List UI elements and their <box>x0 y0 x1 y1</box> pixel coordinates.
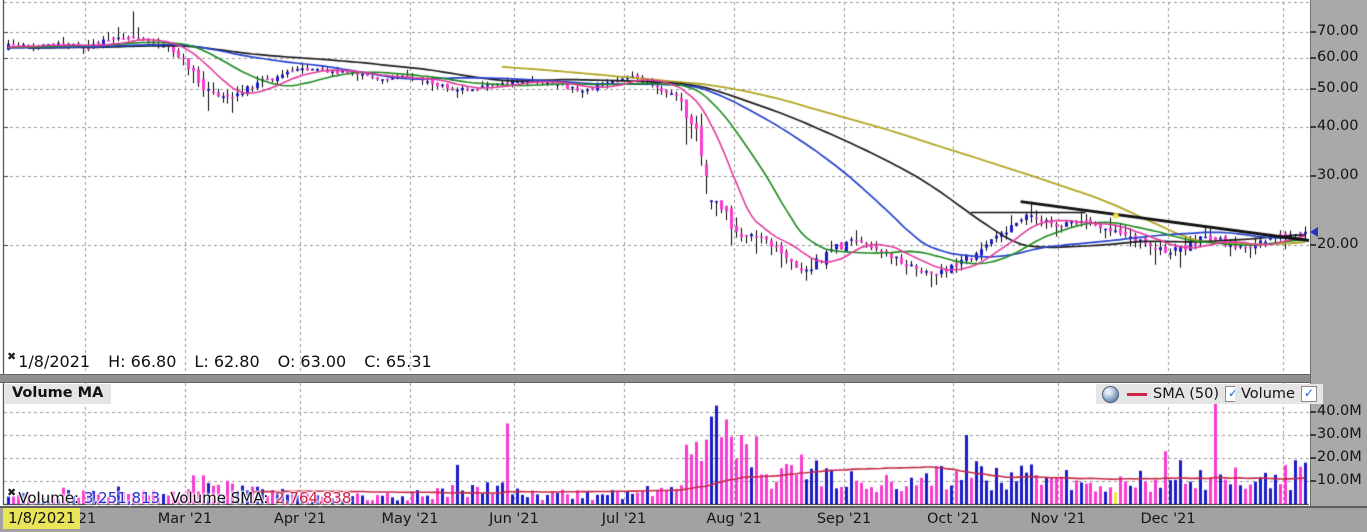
x-axis-month-label: Jun '21 <box>489 511 539 527</box>
volume-legend-label: Volume <box>1241 386 1295 402</box>
x-axis-month-label: Jul '21 <box>602 511 647 527</box>
price-axis-label: 30.00 <box>1317 167 1359 183</box>
ohlc-readout: ✖1/8/2021 H: 66.80 L: 62.80 O: 63.00 C: 65.3… <box>7 350 450 371</box>
volume-sma-label: Volume SMA: <box>170 489 268 507</box>
axis-tick <box>1310 457 1316 459</box>
volume-readout: ✖Volume: 3,251,813 Volume SMA: 2,764,838 <box>7 486 351 507</box>
volume-legend[interactable]: Volume ✓ <box>1235 384 1323 404</box>
globe-icon <box>1102 386 1119 403</box>
readout-high: H: 66.80 <box>108 352 176 371</box>
readout-open: O: 63.00 <box>278 352 347 371</box>
axis-tick <box>1310 244 1316 246</box>
price-axis-label: 40.00 <box>1317 118 1359 134</box>
volume-axis-label: 20.0M <box>1317 449 1362 465</box>
price-volume-chart-canvas[interactable] <box>0 0 1367 532</box>
panel-separator[interactable] <box>0 374 1310 383</box>
x-axis-month-label: Sep '21 <box>817 511 871 527</box>
volume-checkbox[interactable]: ✓ <box>1301 386 1317 402</box>
axis-tick <box>1310 411 1316 413</box>
volume-label: Volume: <box>18 489 79 507</box>
axis-tick <box>1310 126 1316 128</box>
axis-tick <box>1310 31 1316 33</box>
volume-axis-label: 30.0M <box>1317 426 1362 442</box>
x-axis-month-label: Aug '21 <box>706 511 761 527</box>
last-price-marker <box>1310 227 1318 237</box>
x-axis-month-label: Dec '21 <box>1140 511 1195 527</box>
volume-axis-label: 10.0M <box>1317 472 1362 488</box>
close-icon[interactable]: ✖ <box>7 486 16 499</box>
x-axis-month-label: Apr '21 <box>274 511 326 527</box>
x-axis-month-label: Mar '21 <box>158 511 212 527</box>
x-axis-month-label: Nov '21 <box>1030 511 1085 527</box>
readout-low: L: 62.80 <box>194 352 259 371</box>
close-icon[interactable]: ✖ <box>7 350 16 363</box>
x-axis-month-label: Oct '21 <box>927 511 979 527</box>
sma-legend-label: SMA (50) <box>1153 386 1219 402</box>
volume-panel-title: Volume MA <box>4 384 111 404</box>
price-axis-label: 60.00 <box>1317 49 1359 65</box>
readout-date: 1/8/2021 <box>18 352 90 371</box>
axis-tick <box>1310 175 1316 177</box>
axis-tick <box>1310 434 1316 436</box>
volume-axis-label: 40.0M <box>1317 403 1362 419</box>
axis-tick <box>1310 57 1316 59</box>
volume-value: 3,251,813 <box>84 489 160 507</box>
price-axis-label: 50.00 <box>1317 80 1359 96</box>
axis-tick <box>1310 88 1316 90</box>
date-axis-bar[interactable]: '21Mar '21Apr '21May '21Jun '21Jul '21Au… <box>0 506 1367 532</box>
price-axis-label: 70.00 <box>1317 23 1359 39</box>
price-axis-label: 20.00 <box>1317 236 1359 252</box>
readout-close: C: 65.31 <box>364 352 431 371</box>
charting-app: '21Mar '21Apr '21May '21Jun '21Jul '21Au… <box>0 0 1367 532</box>
volume-sma-legend[interactable]: SMA (50) ✓ <box>1121 384 1247 404</box>
axis-tick <box>1310 480 1316 482</box>
volume-sma-value: 2,764,838 <box>275 489 351 507</box>
selected-date-chip: 1/8/2021 <box>3 508 80 529</box>
sma-line-swatch-icon <box>1127 393 1147 396</box>
x-axis-month-label: May '21 <box>381 511 438 527</box>
